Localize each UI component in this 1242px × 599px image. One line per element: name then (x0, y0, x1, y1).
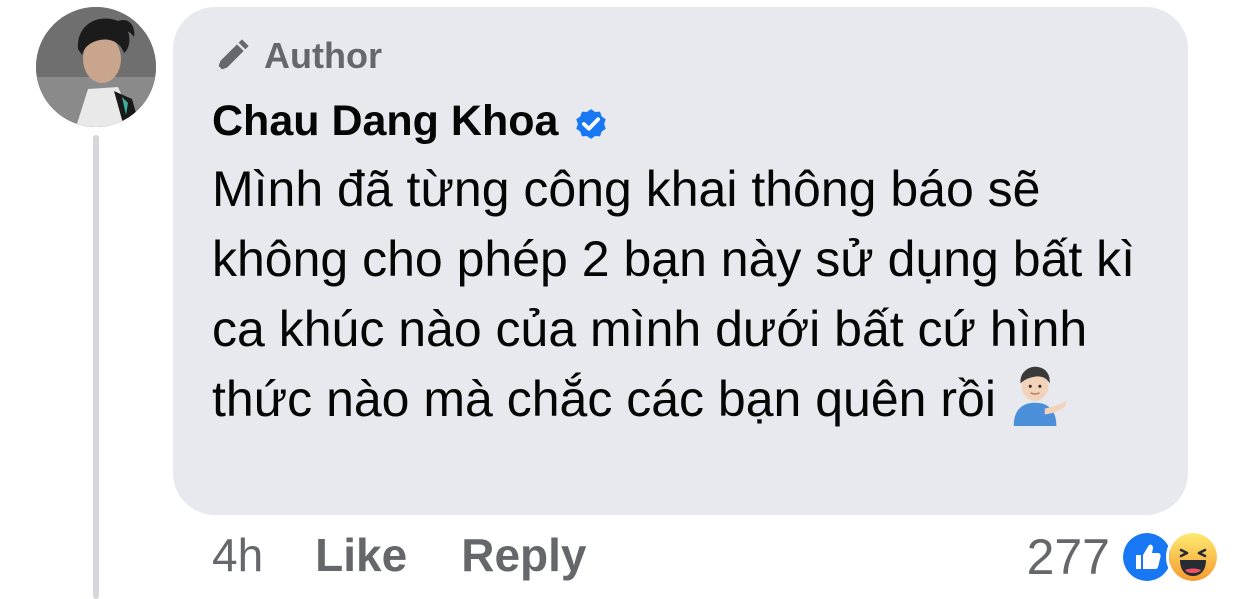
pen-icon (217, 39, 249, 71)
name-row: Chau Dang Khoa (212, 97, 610, 146)
author-avatar[interactable] (36, 7, 156, 127)
author-name[interactable]: Chau Dang Khoa (212, 97, 558, 146)
thread-line (93, 135, 99, 599)
reaction-count: 277 (1026, 529, 1110, 585)
comment-timestamp[interactable]: 4h (212, 528, 263, 582)
reactions-summary[interactable]: 277 (1027, 528, 1220, 586)
like-button[interactable]: Like (315, 528, 407, 582)
author-badge-label: Author (264, 35, 382, 76)
reply-button[interactable]: Reply (461, 528, 586, 582)
comment-bubble: Author Chau Dang Khoa Mình đã từng công … (173, 7, 1188, 515)
person-tipping-hand-emoji (1006, 364, 1068, 444)
haha-reaction-icon (1166, 530, 1220, 584)
verified-badge-icon (576, 108, 607, 139)
comment-actions: 4h Like Reply (212, 528, 586, 582)
comment-text: Mình đã từng công khai thông báo sẽ khôn… (212, 154, 1172, 444)
avatar-image (36, 7, 156, 127)
comment-body: Mình đã từng công khai thông báo sẽ khôn… (212, 161, 1136, 427)
author-badge: Author (212, 35, 382, 77)
